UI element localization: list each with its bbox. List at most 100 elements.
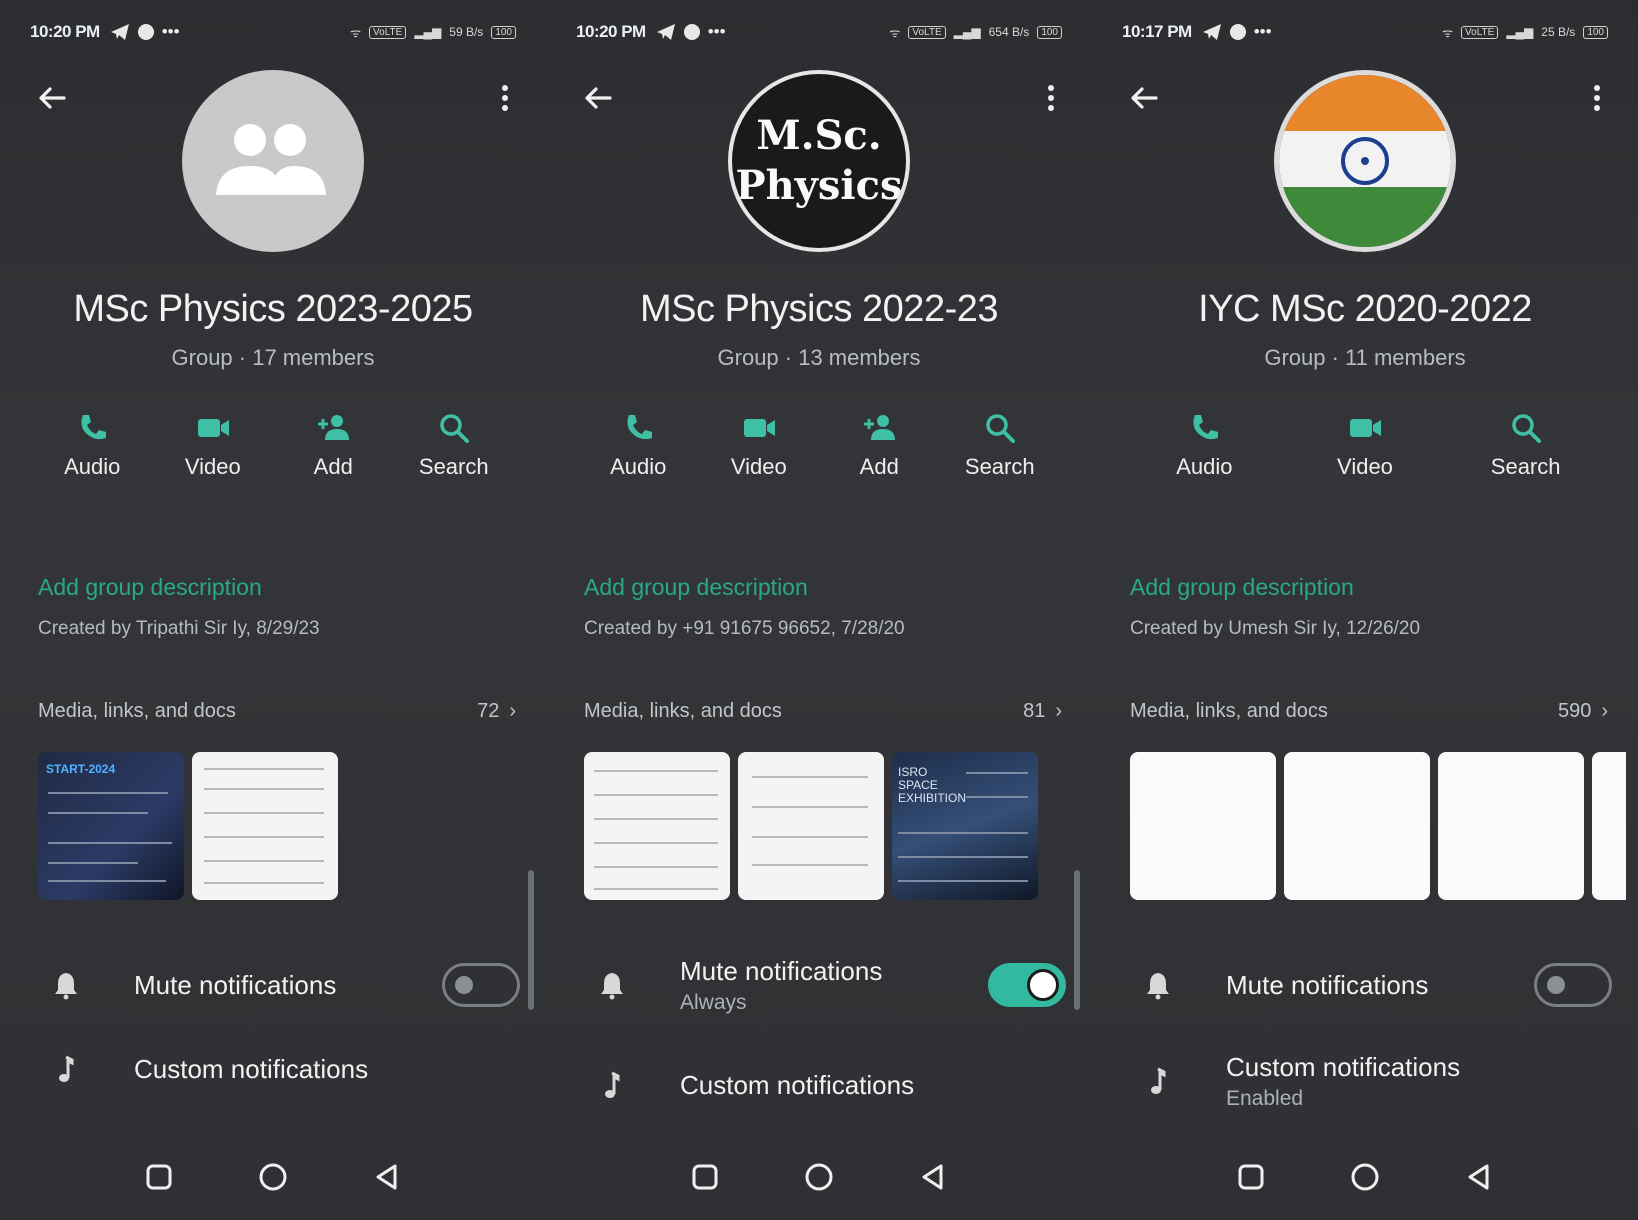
add-group-description-link[interactable]: Add group description [1130,574,1354,601]
group-info-screen-1: 10:20 PM ••• ᯤ VoLTE ▂▄▆ 59 B/s 100 MSc … [12,0,534,1220]
recent-apps-icon[interactable] [1234,1160,1268,1194]
home-icon[interactable] [1348,1160,1382,1194]
audio-label: Audio [64,454,121,479]
mute-notifications-row[interactable]: Mute notifications [38,950,520,1020]
media-count: 72 [477,700,500,722]
chat-bubble-icon [1229,24,1246,40]
group-avatar[interactable]: M.Sc. Physics [728,70,910,252]
audio-label: Audio [1176,454,1233,479]
back-arrow-icon[interactable] [1126,80,1162,116]
scrollbar[interactable] [528,870,534,1010]
media-thumbnail[interactable] [1284,752,1430,900]
media-thumbnail[interactable] [584,752,730,900]
action-bar: Audio Video Add Search [558,410,1080,480]
add-member-button[interactable]: Add [824,410,934,480]
audio-call-button[interactable]: Audio [583,410,693,480]
media-thumbnail[interactable] [1130,752,1276,900]
search-button[interactable]: Search [399,410,509,480]
avatar-text-line-2: Physics [735,162,903,209]
audio-call-button[interactable]: Audio [37,410,147,480]
media-thumbnail[interactable]: ISRO SPACE EXHIBITION [892,752,1038,900]
search-label: Search [1490,454,1561,479]
video-label: Video [1337,454,1393,479]
media-links-docs-row[interactable]: Media, links, and docs 81 › [584,700,1062,723]
group-info-screen-2: 10:20 PM ••• ᯤ VoLTE ▂▄▆ 654 B/s 100 M.S… [558,0,1080,1220]
add-label: Add [313,454,353,479]
video-camera-icon [743,419,775,437]
music-note-icon [1151,1067,1166,1094]
mute-notifications-row[interactable]: Mute notifications [1130,950,1612,1020]
video-call-button[interactable]: Video [158,410,268,480]
video-call-button[interactable]: Video [704,410,814,480]
media-thumbnail[interactable]: START-2024 [38,752,184,900]
phone-icon [627,415,653,440]
group-avatar[interactable] [1274,70,1456,252]
audio-call-button[interactable]: Audio [1149,410,1259,480]
home-icon[interactable] [802,1160,836,1194]
search-label: Search [418,454,489,479]
more-notifications-icon: ••• [1253,22,1272,41]
more-options-icon[interactable] [496,80,514,116]
home-icon[interactable] [256,1160,290,1194]
media-thumbnail[interactable] [192,752,338,900]
battery-icon: 100 [1583,25,1608,39]
network-speed: 654 B/s [988,25,1030,39]
action-bar: Audio Video Search [1104,410,1626,480]
mute-label: Mute notifications [134,969,337,1000]
system-nav-bar [1104,1160,1626,1204]
group-member-count: Group · 17 members [171,345,375,370]
more-options-icon[interactable] [1042,80,1060,116]
media-links-docs-row[interactable]: Media, links, and docs 72 › [38,700,516,723]
search-button[interactable]: Search [945,410,1055,480]
custom-notifications-row[interactable]: Custom notifications Enabled [1130,1046,1612,1116]
mute-toggle[interactable] [1534,963,1612,1007]
back-triangle-icon[interactable] [370,1160,404,1194]
battery-icon: 100 [1037,25,1062,39]
media-thumbnail[interactable] [1592,752,1626,900]
chevron-right-icon: › [1055,700,1062,722]
search-icon [986,414,1015,443]
media-label: Media, links, and docs [584,700,782,722]
back-arrow-icon[interactable] [34,80,70,116]
india-flag-icon [1279,75,1451,247]
media-thumbnails: ISRO SPACE EXHIBITION [584,752,1038,900]
phone-icon [81,415,107,440]
add-group-description-link[interactable]: Add group description [38,574,262,601]
system-nav-bar [558,1160,1080,1204]
back-arrow-icon[interactable] [580,80,616,116]
mute-toggle[interactable] [442,963,520,1007]
volte-icon: VoLTE [1461,25,1499,39]
video-camera-icon [197,419,229,437]
back-triangle-icon[interactable] [1462,1160,1496,1194]
search-button[interactable]: Search [1471,410,1581,480]
mute-notifications-row[interactable]: Mute notifications Always [584,950,1066,1020]
media-thumbnail[interactable] [738,752,884,900]
group-avatar[interactable] [182,70,364,252]
media-thumbnail[interactable] [1438,752,1584,900]
back-triangle-icon[interactable] [916,1160,950,1194]
search-label: Search [964,454,1035,479]
phone-icon [1193,415,1219,440]
add-label: Add [859,454,899,479]
video-call-button[interactable]: Video [1310,410,1420,480]
battery-icon: 100 [491,25,516,39]
media-links-docs-row[interactable]: Media, links, and docs 590 › [1130,700,1608,723]
recent-apps-icon[interactable] [688,1160,722,1194]
mute-toggle[interactable] [988,963,1066,1007]
recent-apps-icon[interactable] [142,1160,176,1194]
scrollbar[interactable] [1074,870,1080,1010]
custom-notifications-label: Custom notifications [134,1053,369,1084]
more-options-icon[interactable] [1588,80,1606,116]
media-count: 81 [1023,700,1046,722]
custom-notifications-row[interactable]: Custom notifications [584,1050,1066,1120]
add-member-button[interactable]: Add [278,410,388,480]
add-group-description-link[interactable]: Add group description [584,574,808,601]
mute-sub-label: Always [680,990,747,1014]
more-notifications-icon: ••• [161,22,180,41]
custom-notifications-row[interactable]: Custom notifications [38,1034,520,1104]
status-bar: 10:17 PM ••• ᯤ VoLTE ▂▄▆ 25 B/s 100 [1104,14,1626,50]
screenshot-collage: 10:20 PM ••• ᯤ VoLTE ▂▄▆ 59 B/s 100 MSc … [0,0,1638,1220]
status-bar: 10:20 PM ••• ᯤ VoLTE ▂▄▆ 654 B/s 100 [558,14,1080,50]
chevron-right-icon: › [509,700,516,722]
music-note-icon [605,1071,620,1098]
